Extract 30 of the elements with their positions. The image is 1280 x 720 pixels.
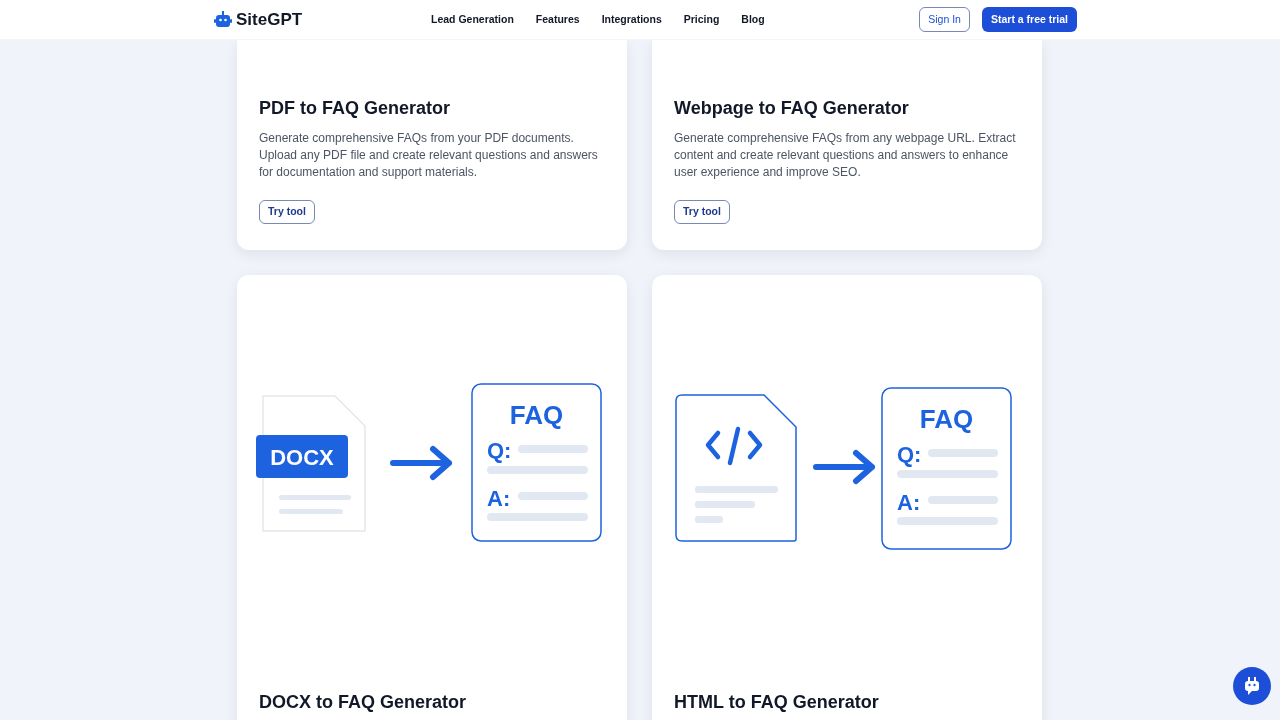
card-title: PDF to FAQ Generator (259, 97, 452, 120)
faq-heading: FAQ (919, 403, 974, 434)
code-file-icon (675, 394, 797, 542)
robot-logo-icon (213, 9, 233, 30)
question-label: Q: (487, 437, 512, 463)
question-label: Q: (897, 441, 922, 467)
try-tool-button[interactable]: Try tool (674, 200, 730, 224)
card-title: Webpage to FAQ Generator (674, 97, 910, 120)
chat-bot-button[interactable] (1233, 667, 1271, 705)
nav-link[interactable]: Blog (741, 11, 765, 28)
right-arrow-icon (390, 445, 452, 480)
site-logo[interactable]: SiteGPT (236, 6, 303, 33)
card-description: Generate comprehensive FAQs from your PDF documents. Upload any PDF file and create relevant questions and answers for documentation and support materials. (259, 130, 599, 181)
answer-label: A: (487, 485, 511, 511)
faq-heading: FAQ (509, 399, 564, 430)
nav-link[interactable]: Lead Generation (431, 11, 514, 28)
answer-label: A: (897, 489, 921, 515)
right-arrow-icon (813, 449, 875, 484)
card-title: HTML to FAQ Generator (674, 690, 880, 714)
free-trial-button[interactable]: Start a free trial (981, 6, 1077, 33)
code-icon (705, 426, 763, 465)
nav-link[interactable]: Features (535, 11, 580, 28)
try-tool-button[interactable]: Try tool (259, 200, 315, 224)
card-description: Generate comprehensive FAQs from any webpage URL. Extract content and create relevant questions and answers to enhance user experience and improve SEO. (674, 130, 1017, 181)
file-type-badge: DOCX (256, 434, 348, 478)
nav-link[interactable]: Pricing (683, 11, 720, 28)
robot-icon (1242, 676, 1262, 696)
card-title: DOCX to FAQ Generator (259, 690, 468, 714)
nav-link[interactable]: Integrations (601, 11, 662, 28)
sign-in-button[interactable]: Sign In (919, 6, 970, 33)
